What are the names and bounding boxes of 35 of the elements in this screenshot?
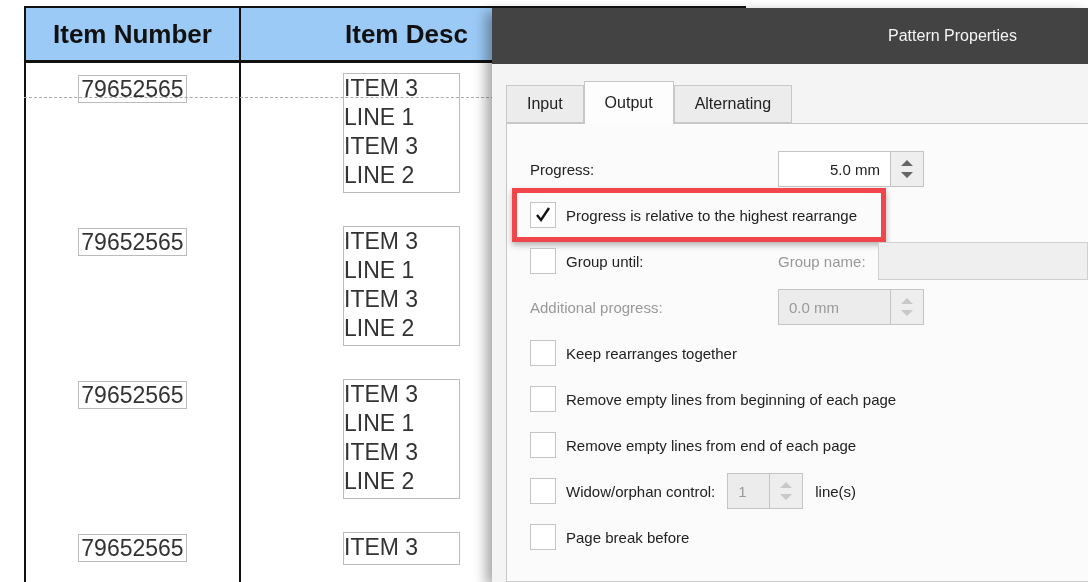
group-name-field[interactable] <box>877 242 1088 280</box>
checkbox[interactable] <box>530 432 556 458</box>
item-description: ITEM 3 LINE 1 ITEM 3 LINE 2 <box>343 226 460 346</box>
checkbox[interactable] <box>530 524 556 550</box>
tab[interactable]: Output <box>583 81 674 124</box>
checkbox[interactable] <box>530 478 556 504</box>
checkbox[interactable] <box>530 340 556 366</box>
checkbox-label: Group until: <box>566 252 644 270</box>
checkbox[interactable] <box>530 386 556 412</box>
checkbox-label: Page break before <box>566 528 690 546</box>
checkbox-label: Widow/orphan control: <box>566 482 716 500</box>
item-number: 79652565 <box>78 381 187 409</box>
checkbox-label: Remove empty lines from end of each page <box>566 436 857 454</box>
spin-arrows-icon[interactable] <box>890 152 923 186</box>
checkbox[interactable] <box>530 248 556 274</box>
item-description: ITEM 3 LINE 1 ITEM 3 LINE 2 <box>343 73 460 193</box>
field-label: Progress: <box>530 160 595 178</box>
checkbox[interactable] <box>530 202 556 228</box>
spin-field[interactable]: 5.0 mm <box>778 151 924 187</box>
column-header: Item Number <box>26 8 241 60</box>
checkbox-label: Progress is relative to the highest rearrange <box>566 206 857 224</box>
tab[interactable]: Alternating <box>673 85 793 123</box>
item-number: 79652565 <box>78 534 187 562</box>
field-label: Group name: <box>778 252 866 270</box>
checkbox-label: Keep rearranges together <box>566 344 737 362</box>
unit-label: line(s) <box>815 482 857 500</box>
checkmark-icon <box>534 206 552 224</box>
item-description: ITEM 3 <box>343 532 460 565</box>
field-label: Additional progress: <box>530 298 663 316</box>
item-number: 79652565 <box>78 75 187 103</box>
tab[interactable]: Input <box>506 85 584 123</box>
checkbox-label: Remove empty lines from beginning of each page <box>566 390 897 408</box>
item-description: ITEM 3 LINE 1 ITEM 3 LINE 2 <box>343 379 460 499</box>
item-number: 79652565 <box>78 228 187 256</box>
dialog-title: Pattern Properties <box>888 27 1017 45</box>
